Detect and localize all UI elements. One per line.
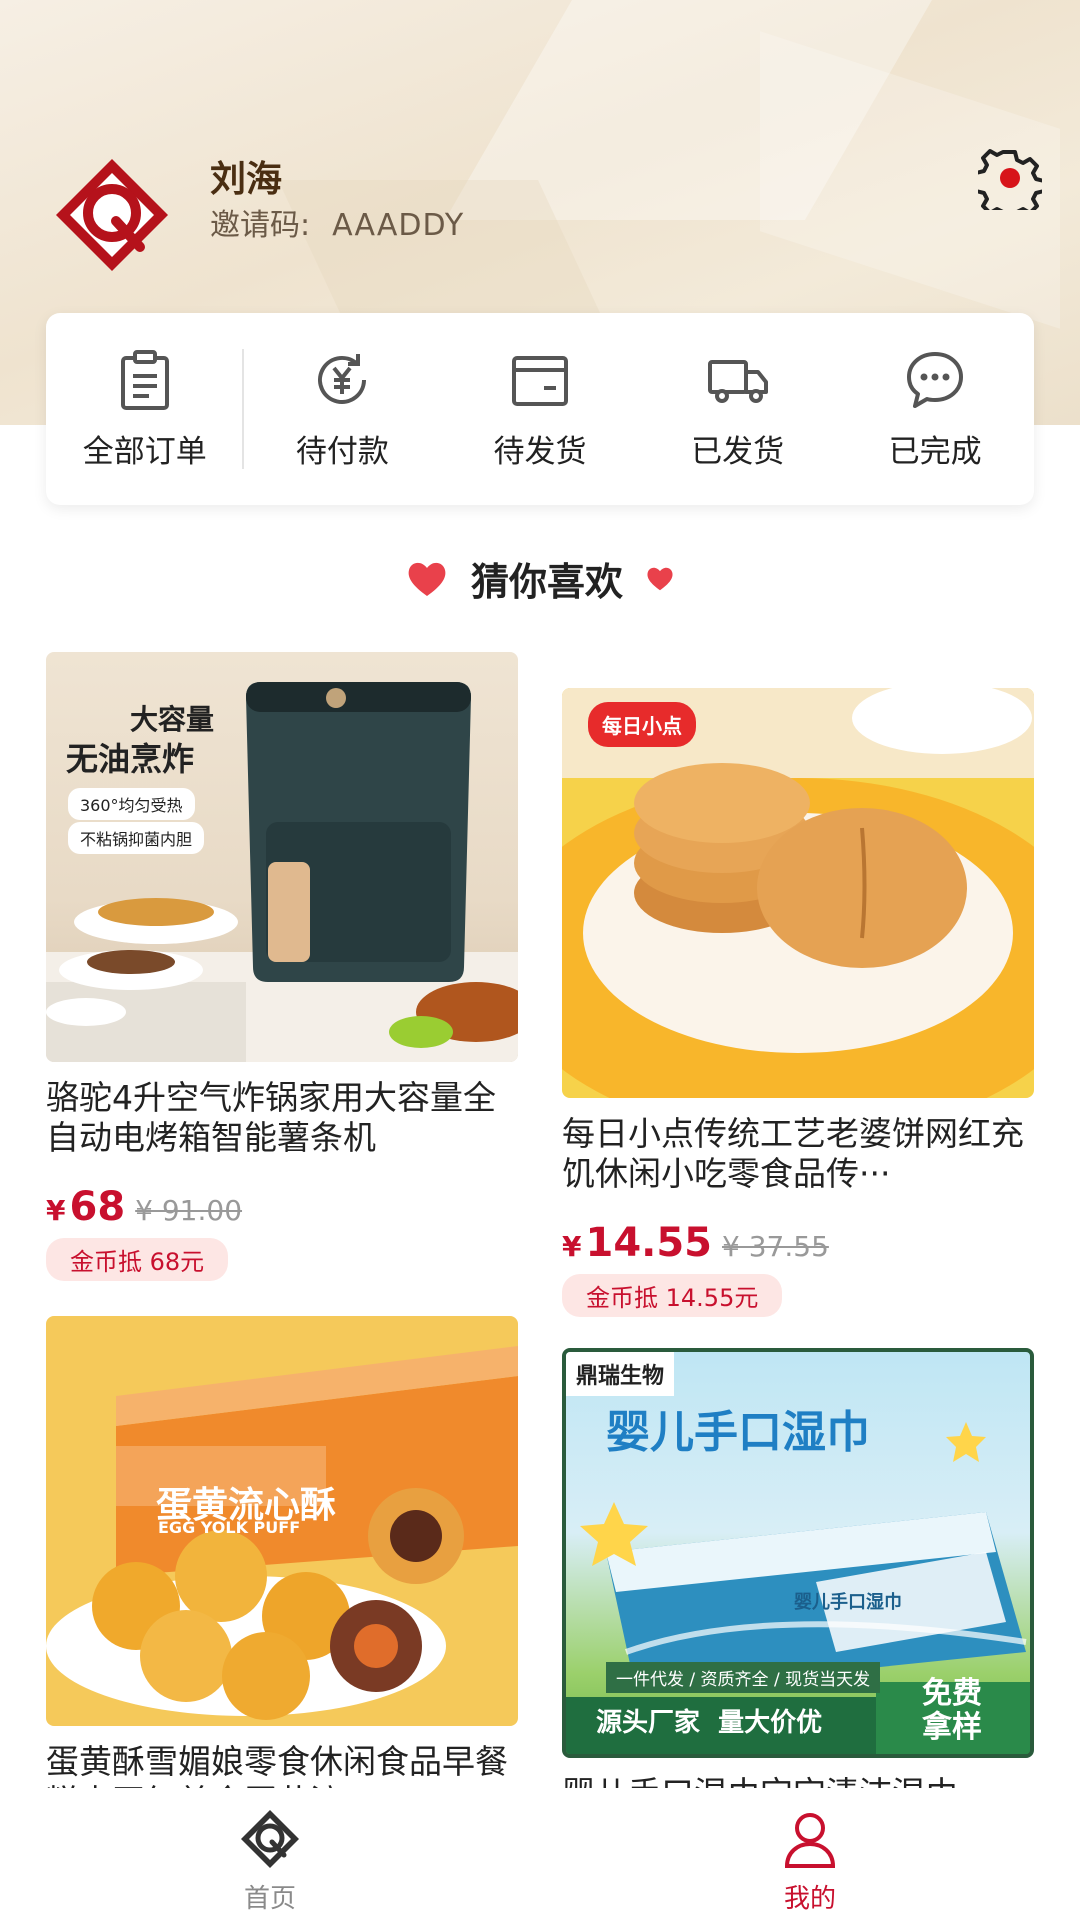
person-icon [784,1813,836,1868]
invite-label: 邀请码: [210,208,311,243]
image-headline-1: 大容量 [130,703,215,736]
product-name[interactable]: 每日小点传统工艺老婆饼网红充饥休闲小吃零食品传··· [562,1114,1034,1194]
product-card[interactable]: 大容量 无油烹炸 360°均匀受热 不粘锅抑菌内胆 骆驼4升空气炸锅家用大容量全… [46,652,518,1281]
box-subtitle: EGG YOLK PUFF [158,1518,301,1537]
invite-code[interactable]: AAADDY [332,208,464,243]
heart-icon [408,562,446,596]
nav-mine-label: 我的 [783,1884,836,1914]
bottom-navigation: 首页 我的 [0,1788,1080,1920]
currency-symbol: ¥ [562,1230,582,1263]
free-sample-1: 免费 [922,1676,982,1711]
product-card[interactable]: 每日小点 每日小点传统工艺老婆饼网红充饥休闲小吃零食品传··· ¥ 14.55 … [562,688,1034,1317]
order-shipped-button[interactable]: 已发货 [639,313,837,505]
product-card[interactable]: 鼎瑞生物 婴儿手口湿巾 婴儿手口湿巾 一件代发 / 资质齐全 / 现货当天发 源… [562,1348,1034,1854]
currency-symbol: ¥ [46,1194,66,1227]
feature-strip: 一件代发 / 资质齐全 / 现货当天发 [606,1662,881,1693]
nav-mine[interactable]: 我的 [540,1788,1080,1920]
user-name: 刘海 [210,159,283,200]
home-logo-icon [241,1810,299,1868]
pastry-illustration [562,688,1034,1098]
yen-refresh-icon [318,353,367,404]
original-price: ¥ 91.00 [135,1194,243,1227]
order-completed-label: 已完成 [888,433,982,470]
product-card[interactable]: 蛋黄流心酥 EGG YOLK PUFF 蛋黄酥雪媚娘零食休闲食品早餐糕点网红美食… [46,1316,518,1822]
order-pending-shipment-label: 待发货 [493,433,587,470]
product-image[interactable]: 大容量 无油烹炸 360°均匀受热 不粘锅抑菌内胆 [46,652,518,1062]
coin-deduction-badge: 金币抵 68元 [46,1238,229,1281]
pack-label: 婴儿手口湿巾 [794,1592,902,1613]
image-tag-1: 360°均匀受热 [68,788,195,820]
order-status-card: 全部订单 待付款 待发货 已发货 已完成 [46,313,1034,505]
truck-icon [707,359,768,403]
clipboard-icon [120,349,169,410]
order-pending-payment-label: 待付款 [295,433,389,470]
free-sample-2: 拿样 [922,1710,982,1745]
original-price: ¥ 37.55 [722,1230,829,1263]
air-fryer-illustration [46,682,518,1062]
heart-icon [647,567,673,591]
product-image[interactable]: 蛋黄流心酥 EGG YOLK PUFF [46,1316,518,1726]
image-headline-2: 无油烹炸 [66,740,195,778]
nav-home[interactable]: 首页 [0,1788,540,1920]
product-price: 68 [69,1184,126,1230]
order-all-label: 全部订单 [82,433,207,470]
nav-home-label: 首页 [243,1884,296,1914]
chat-bubble-icon [907,351,964,408]
bottom-slogan: 源头厂家 量大价优 [596,1708,823,1738]
brand-badge: 每日小点 [588,702,696,747]
settings-gear-icon[interactable] [978,146,1042,210]
price-row: ¥ 14.55 ¥ 37.55 [562,1220,1034,1266]
order-shipped-label: 已发货 [691,433,785,470]
product-name[interactable]: 骆驼4升空气炸锅家用大容量全自动电烤箱智能薯条机 [46,1078,518,1158]
price-row: ¥ 68 ¥ 91.00 [46,1184,518,1230]
invite-code-row: 邀请码: AAADDY [210,200,464,244]
brand-logo-icon [56,159,168,271]
order-pending-payment-button[interactable]: 待付款 [244,313,442,505]
wallet-box-icon [511,355,568,406]
order-pending-shipment-button[interactable]: 待发货 [441,313,639,505]
order-completed-button[interactable]: 已完成 [836,313,1034,505]
product-image[interactable]: 每日小点 [562,688,1034,1098]
order-all-button[interactable]: 全部订单 [46,313,244,505]
product-image[interactable]: 鼎瑞生物 婴儿手口湿巾 婴儿手口湿巾 一件代发 / 资质齐全 / 现货当天发 源… [562,1348,1034,1758]
image-tag-2: 不粘锅抑菌内胆 [68,822,205,854]
section-title: 猜你喜欢 [470,559,623,604]
product-price: 14.55 [585,1220,713,1266]
coin-deduction-badge: 金币抵 14.55元 [562,1274,783,1317]
image-title: 婴儿手口湿巾 [606,1407,870,1458]
brand-label: 鼎瑞生物 [566,1352,675,1396]
guess-you-like-header: 猜你喜欢 [0,548,1080,608]
